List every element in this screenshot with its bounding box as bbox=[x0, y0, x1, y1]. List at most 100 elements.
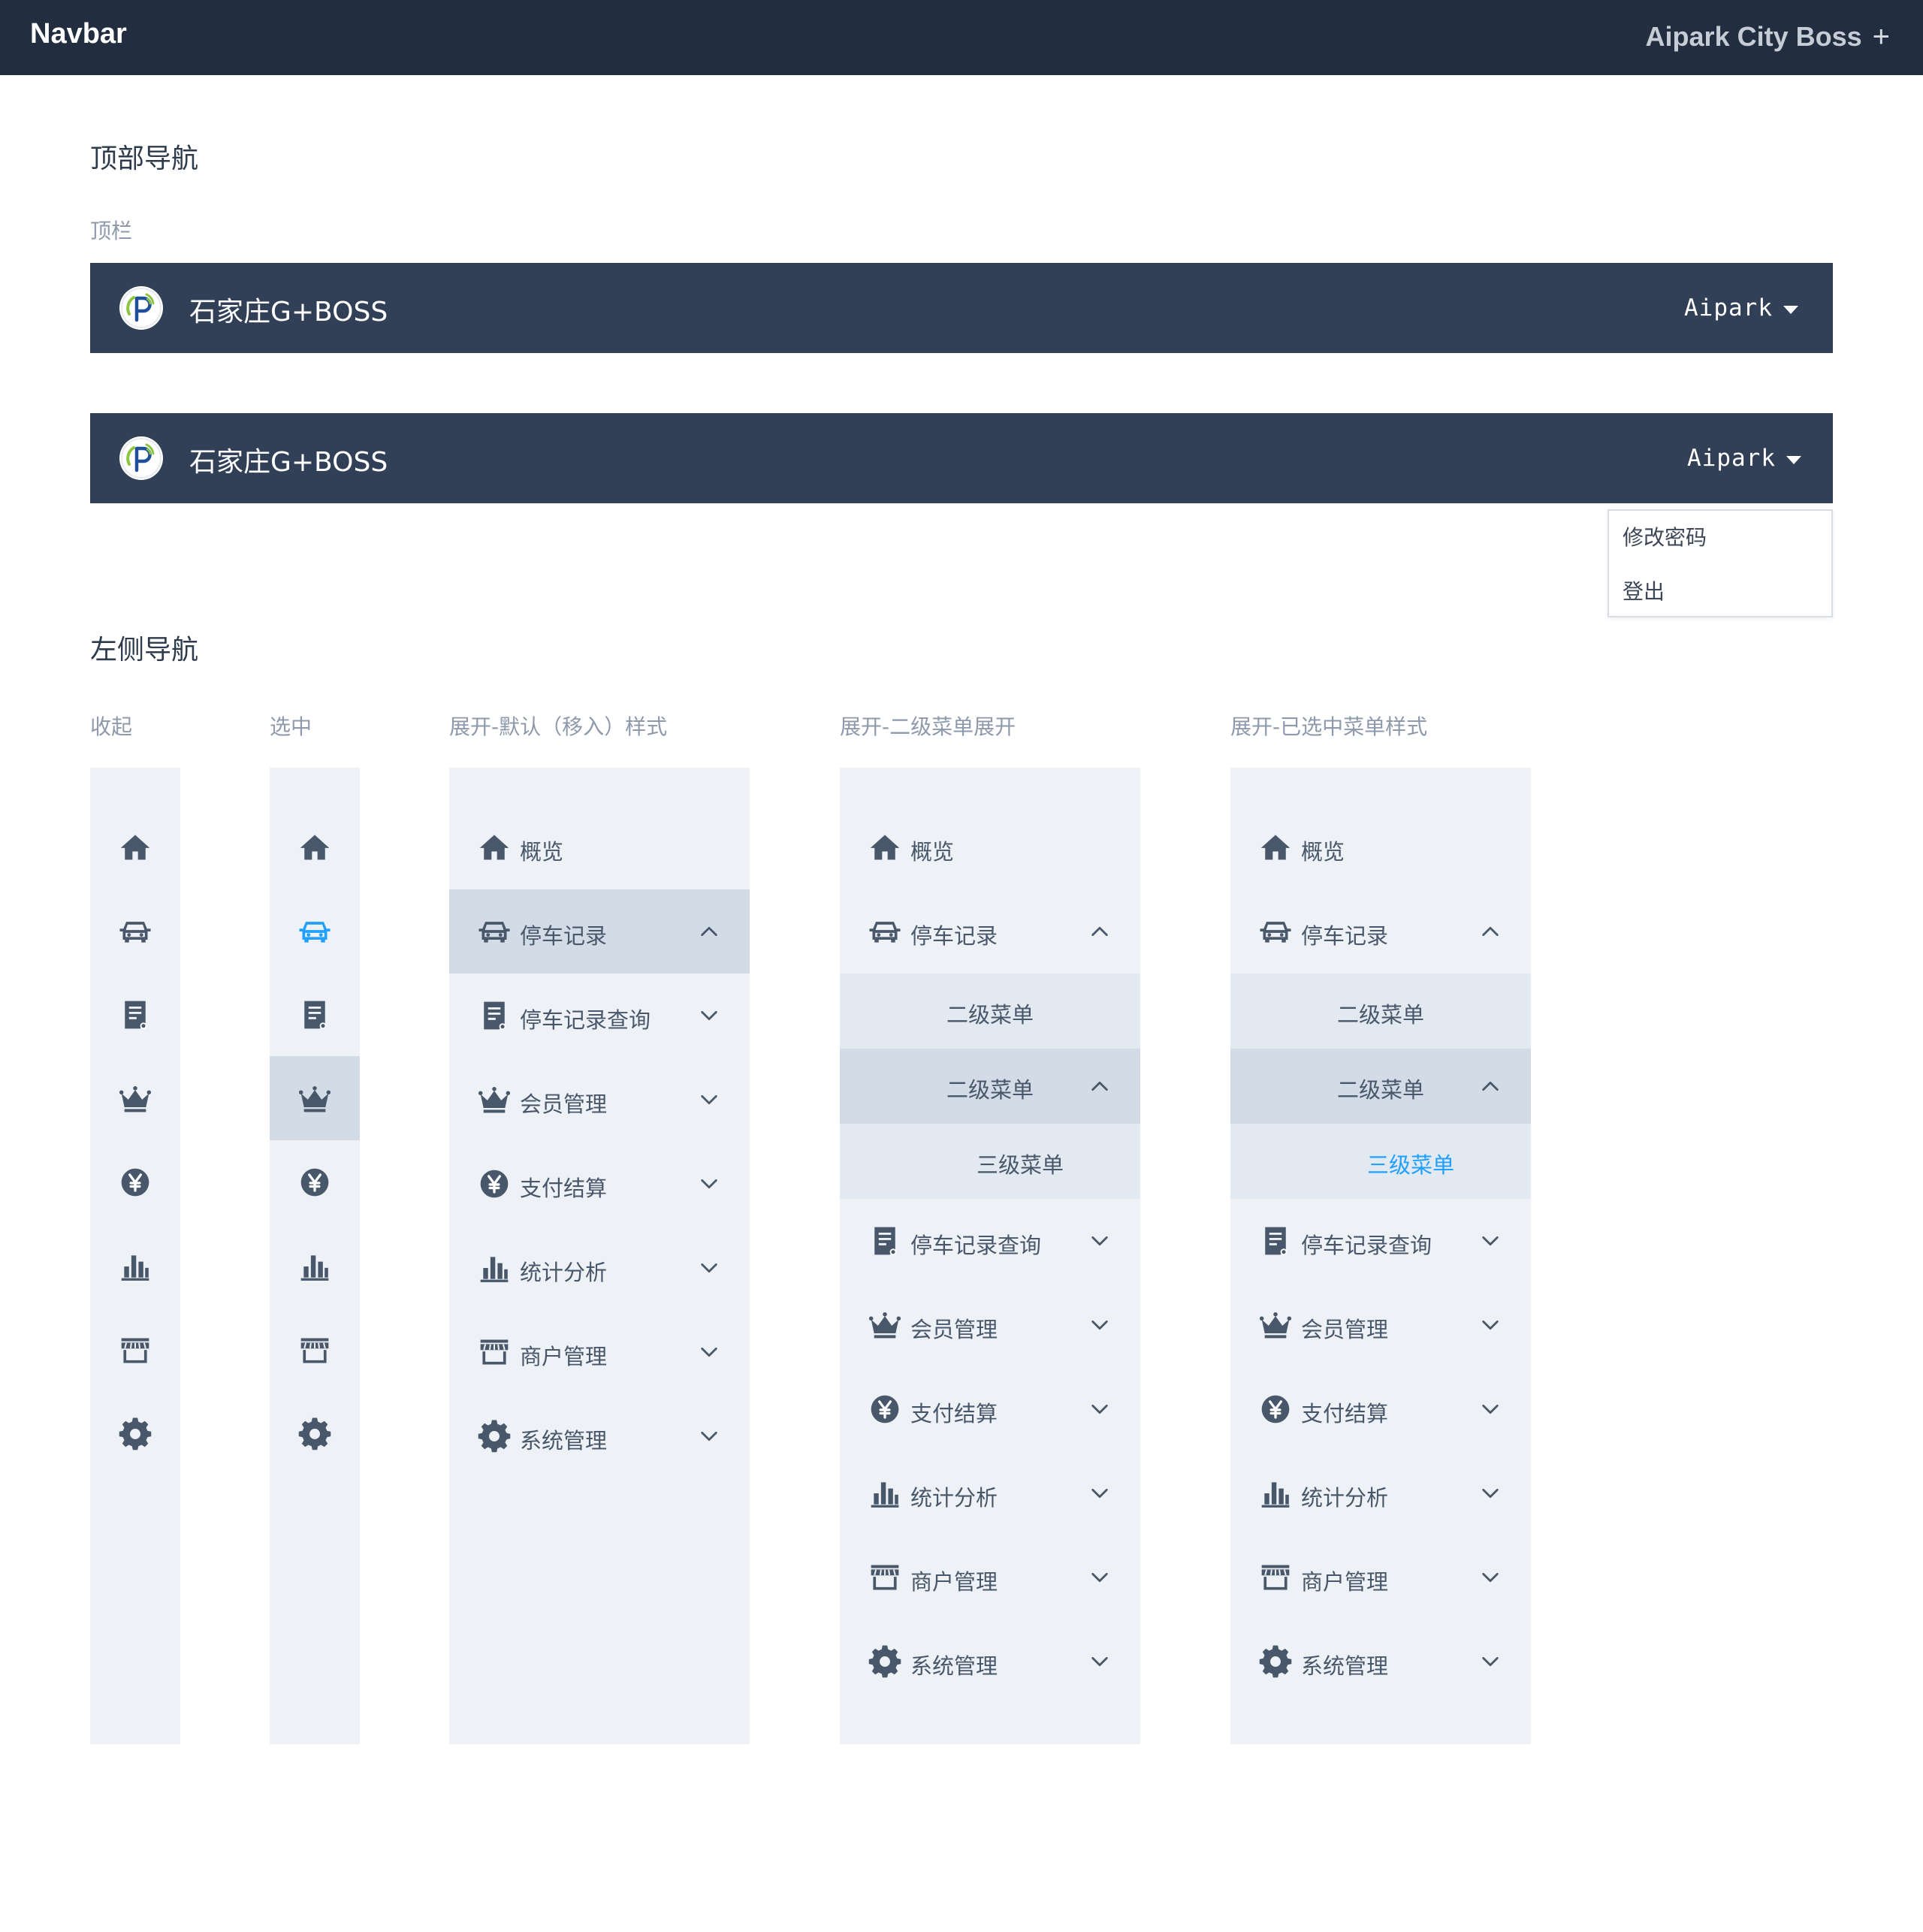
sidebar-item-overview[interactable]: 概览 bbox=[840, 805, 1140, 889]
sidebar-item-parking-records[interactable]: 停车记录 bbox=[449, 889, 750, 974]
sidebar-item-system[interactable]: 系统管理 bbox=[449, 1394, 750, 1478]
sidebar-item-members[interactable]: 会员管理 bbox=[1230, 1283, 1531, 1367]
store-icon[interactable] bbox=[298, 1334, 331, 1367]
home-icon[interactable] bbox=[119, 831, 152, 864]
menu-item-change-password[interactable]: 修改密码 bbox=[1623, 521, 1707, 551]
sidebar-item-label: 系统管理 bbox=[910, 1653, 998, 1679]
submenu-item-level2-open[interactable]: 二级菜单 bbox=[1230, 1049, 1531, 1124]
sidebar-item-system[interactable]: 系统管理 bbox=[1230, 1620, 1531, 1704]
document-icon[interactable] bbox=[298, 998, 331, 1031]
car-icon[interactable] bbox=[298, 915, 331, 948]
sidebar-item-label: 概览 bbox=[1301, 839, 1345, 865]
sidebar-item-payment[interactable]: 支付结算 bbox=[449, 1142, 750, 1226]
sidebar-item-parking-records[interactable]: 停车记录 bbox=[840, 889, 1140, 974]
home-icon bbox=[478, 831, 511, 864]
sidebar-item-parking-records[interactable]: 停车记录 bbox=[1230, 889, 1531, 974]
store-icon[interactable] bbox=[119, 1334, 152, 1367]
section-title-left-nav: 左侧导航 bbox=[90, 635, 199, 666]
state-label-expanded-submenu: 展开-二级菜单展开 bbox=[840, 714, 1016, 739]
caret-down-icon[interactable] bbox=[1783, 305, 1798, 314]
sidebar-item-label: 统计分析 bbox=[910, 1485, 998, 1511]
sidebar-item-label: 停车记录查询 bbox=[520, 1007, 651, 1033]
bar-chart-icon[interactable] bbox=[298, 1250, 331, 1283]
chevron-down-icon bbox=[1480, 1567, 1501, 1588]
yen-icon[interactable] bbox=[119, 1166, 152, 1199]
sidebar-collapsed-selected bbox=[270, 768, 360, 1744]
caret-down-icon[interactable] bbox=[1786, 455, 1801, 464]
sidebar-item-label: 概览 bbox=[520, 839, 564, 865]
document-icon bbox=[1259, 1224, 1292, 1257]
sidebar-item-stats[interactable]: 统计分析 bbox=[840, 1451, 1140, 1535]
gear-icon[interactable] bbox=[298, 1417, 331, 1451]
sidebar-item-overview[interactable]: 概览 bbox=[1230, 805, 1531, 889]
sidebar-item-members[interactable]: 会员管理 bbox=[840, 1283, 1140, 1367]
sidebar-item-stats[interactable]: 统计分析 bbox=[449, 1226, 750, 1310]
submenu-item-level2-open[interactable]: 二级菜单 bbox=[840, 1049, 1140, 1124]
chevron-down-icon bbox=[1089, 1651, 1110, 1672]
sidebar-expanded-active: 概览 停车记录 二级菜单 二级菜单 三级菜单 停车记录查询 会员管理 支付结算 … bbox=[1230, 768, 1531, 1744]
bar-chart-icon bbox=[478, 1251, 511, 1284]
car-icon bbox=[1259, 915, 1292, 948]
submenu-item-level2[interactable]: 二级菜单 bbox=[840, 974, 1140, 1049]
yen-icon[interactable] bbox=[298, 1166, 331, 1199]
state-label-expanded-hover: 展开-默认（移入）样式 bbox=[449, 714, 668, 739]
crown-icon bbox=[1259, 1309, 1292, 1342]
submenu-item-level2[interactable]: 二级菜单 bbox=[1230, 974, 1531, 1049]
sidebar-item-label: 概览 bbox=[910, 839, 955, 865]
submenu-item-level3-active[interactable]: 三级菜单 bbox=[1230, 1124, 1531, 1199]
sidebar-item-members[interactable]: 会员管理 bbox=[449, 1058, 750, 1142]
sidebar-item-stats[interactable]: 统计分析 bbox=[1230, 1451, 1531, 1535]
sidebar-item-label: 支付结算 bbox=[520, 1176, 608, 1201]
logo-icon bbox=[119, 436, 164, 481]
sidebar-item-parking-query[interactable]: 停车记录查询 bbox=[840, 1199, 1140, 1283]
sidebar-item-payment[interactable]: 支付结算 bbox=[1230, 1367, 1531, 1451]
car-icon[interactable] bbox=[119, 915, 152, 948]
crown-icon[interactable] bbox=[298, 1082, 331, 1115]
app-navbar: Navbar Aipark City Boss + bbox=[0, 0, 1923, 75]
sidebar-item-system[interactable]: 系统管理 bbox=[840, 1620, 1140, 1704]
yen-icon bbox=[478, 1167, 511, 1200]
menu-item-logout[interactable]: 登出 bbox=[1623, 575, 1665, 605]
sidebar-item-merchants[interactable]: 商户管理 bbox=[840, 1535, 1140, 1620]
chevron-down-icon bbox=[1089, 1230, 1110, 1251]
sidebar-item-merchants[interactable]: 商户管理 bbox=[449, 1310, 750, 1394]
chevron-down-icon bbox=[1480, 1399, 1501, 1420]
submenu-item-label: 二级菜单 bbox=[946, 1002, 1034, 1028]
plus-icon[interactable]: + bbox=[1873, 22, 1890, 52]
sidebar-item-label: 停车记录 bbox=[910, 923, 998, 949]
project-switcher[interactable]: Aipark City Boss + bbox=[1646, 21, 1890, 53]
gear-icon bbox=[478, 1420, 511, 1453]
state-label-expanded-active: 展开-已选中菜单样式 bbox=[1230, 714, 1428, 739]
user-menu-toggle[interactable]: Aipark bbox=[1684, 294, 1798, 321]
sidebar-item-label: 停车记录 bbox=[520, 923, 608, 949]
submenu-item-level3[interactable]: 三级菜单 bbox=[840, 1124, 1140, 1199]
sidebar-item-parking-query[interactable]: 停车记录查询 bbox=[1230, 1199, 1531, 1283]
chevron-down-icon bbox=[1089, 1567, 1110, 1588]
sidebar-item-merchants[interactable]: 商户管理 bbox=[1230, 1535, 1531, 1620]
sidebar-item-label: 停车记录查询 bbox=[1301, 1233, 1432, 1258]
document-icon bbox=[478, 999, 511, 1032]
bar-chart-icon[interactable] bbox=[119, 1250, 152, 1283]
sidebar-item-parking-query[interactable]: 停车记录查询 bbox=[449, 974, 750, 1058]
crown-icon bbox=[868, 1309, 901, 1342]
chevron-up-icon bbox=[699, 921, 720, 942]
home-icon[interactable] bbox=[298, 831, 331, 864]
crown-icon[interactable] bbox=[119, 1082, 152, 1115]
project-name[interactable]: Aipark City Boss bbox=[1646, 21, 1862, 53]
section-label-top-bar: 顶栏 bbox=[90, 219, 133, 243]
sidebar-item-label: 停车记录 bbox=[1301, 923, 1389, 949]
sidebar-item-label: 会员管理 bbox=[910, 1317, 998, 1342]
gear-icon[interactable] bbox=[119, 1417, 152, 1451]
state-label-selected: 选中 bbox=[270, 714, 312, 739]
gear-icon bbox=[868, 1645, 901, 1678]
sidebar-item-payment[interactable]: 支付结算 bbox=[840, 1367, 1140, 1451]
user-name[interactable]: Aipark bbox=[1684, 294, 1773, 321]
chevron-down-icon bbox=[1480, 1230, 1501, 1251]
document-icon[interactable] bbox=[119, 998, 152, 1031]
user-menu-toggle[interactable]: Aipark bbox=[1687, 445, 1801, 472]
logo-icon bbox=[119, 285, 164, 331]
sidebar-item-overview[interactable]: 概览 bbox=[449, 805, 750, 889]
sidebar-item-label: 系统管理 bbox=[520, 1428, 608, 1454]
crown-icon bbox=[478, 1083, 511, 1116]
user-name[interactable]: Aipark bbox=[1687, 445, 1776, 472]
